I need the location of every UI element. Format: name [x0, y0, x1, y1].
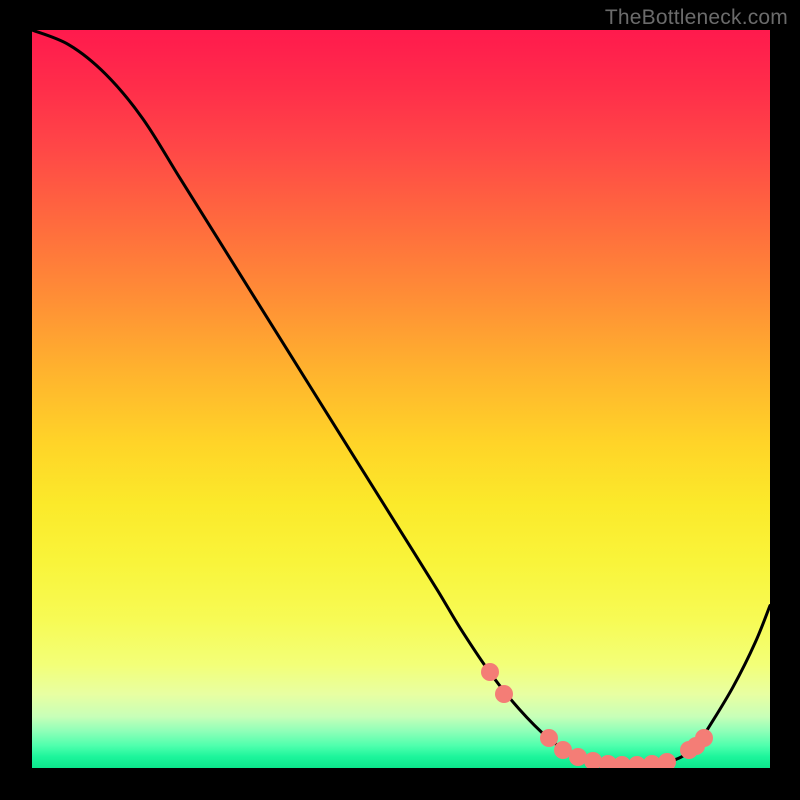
- plot-area: [32, 30, 770, 768]
- marker-dot: [695, 729, 713, 747]
- curve-layer: [32, 30, 770, 768]
- chart-stage: TheBottleneck.com: [0, 0, 800, 800]
- watermark-text: TheBottleneck.com: [605, 6, 788, 30]
- marker-dot: [658, 753, 676, 768]
- marker-dot: [481, 663, 499, 681]
- bottleneck-curve: [32, 30, 770, 765]
